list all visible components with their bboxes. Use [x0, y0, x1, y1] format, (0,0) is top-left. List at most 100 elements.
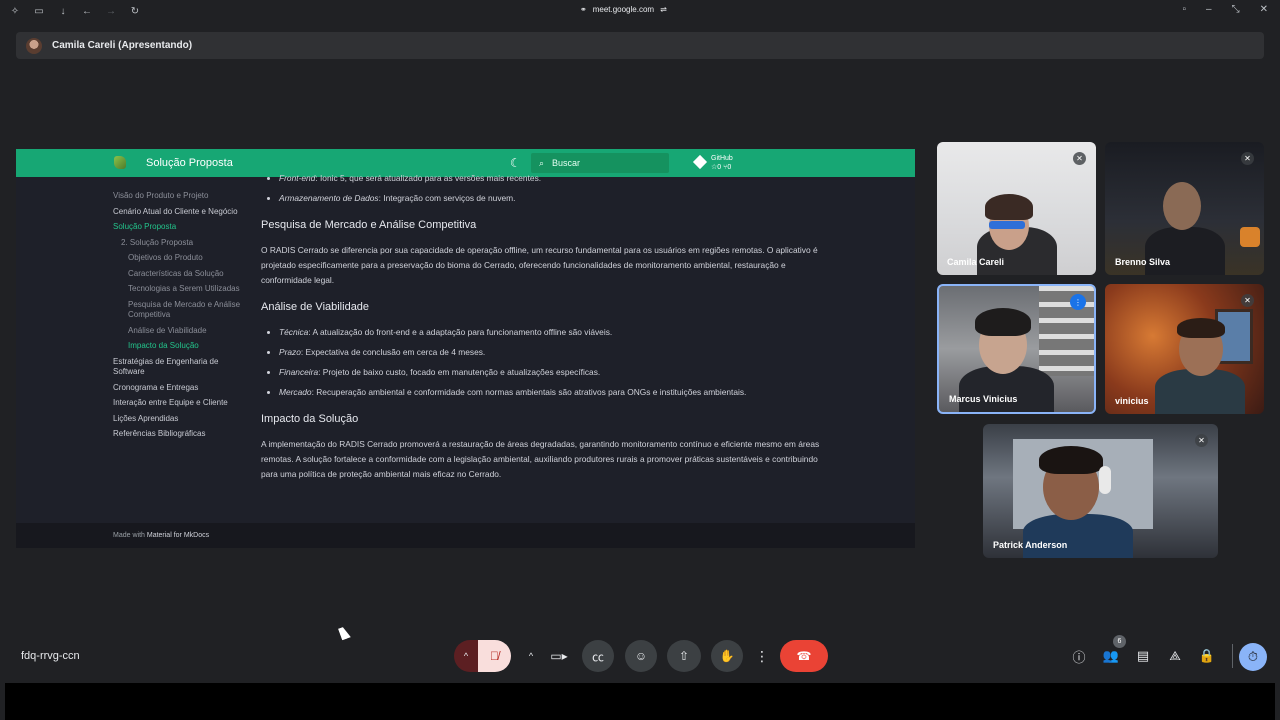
chevron-up-icon: ^ [528, 651, 534, 661]
audio-options-button[interactable]: ^ [454, 640, 478, 672]
docs-footer: Made with Material for MkDocs [16, 523, 915, 548]
docs-title: Solução Proposta [146, 157, 233, 169]
url-text: meet.google.com [592, 5, 655, 14]
back-icon[interactable]: ← [82, 6, 92, 17]
docs-content: Front-end: Ionic 5, que será atualizado … [261, 171, 821, 486]
list-item: Técnica: A atualização do front-end e a … [261, 325, 821, 340]
nav-item[interactable]: Tecnologias a Serem Utilizadas [113, 284, 243, 295]
nav-item[interactable]: Referências Bibliográficas [113, 429, 243, 440]
restore-icon[interactable]: ⤡ [1232, 4, 1240, 15]
participant-tile[interactable]: ✕ vinicius [1105, 284, 1264, 414]
host-controls-button[interactable]: 🔒 [1196, 644, 1218, 668]
more-options-button[interactable]: ⋮ [752, 640, 772, 672]
mic-off-icon: ✕ [1195, 434, 1208, 447]
section-heading: Análise de Viabilidade [261, 301, 370, 313]
mic-toggle-button[interactable]: 🎙̸ [478, 640, 511, 672]
nav-item[interactable]: Impacto da Solução [113, 341, 243, 352]
list-item: Prazo: Expectativa de conclusão em cerca… [261, 345, 821, 360]
paragraph: A implementação do RADIS Cerrado promove… [261, 439, 820, 479]
chat-icon: ▤ [1136, 648, 1150, 663]
people-icon: 👥 [1102, 648, 1120, 663]
timer-button[interactable]: ⏱ [1239, 643, 1267, 671]
activities-icon: ⟁ [1169, 648, 1181, 663]
close-icon[interactable]: ✕ [1260, 4, 1268, 15]
section-heading: Pesquisa de Mercado e Análise Competitiv… [261, 219, 477, 231]
git-icon [692, 154, 708, 170]
minimize-icon[interactable]: – [1206, 4, 1212, 15]
list-item: Mercado: Recuperação ambiental e conform… [261, 385, 821, 400]
section-heading: Impacto da Solução [261, 413, 359, 425]
footer-prefix: Made with [113, 532, 145, 539]
nav-item[interactable]: Lições Aprendidas [113, 414, 243, 425]
nav-item[interactable]: Cronograma e Entregas [113, 383, 243, 394]
nav-item[interactable]: Cenário Atual do Cliente e Negócio [113, 207, 243, 218]
search-icon: ⌕ [539, 157, 545, 168]
nav-item[interactable]: Análise de Viabilidade [113, 326, 243, 337]
lock-icon: 🔒 [1198, 648, 1216, 663]
participant-name: Patrick Anderson [993, 540, 1068, 550]
download-icon[interactable]: ↓ [58, 6, 68, 17]
github-link[interactable]: GitHub ☆0 ⑂0 [692, 154, 733, 172]
hand-icon: ✋ [719, 649, 735, 663]
participant-tile[interactable]: ⋮ Marcus Vinicius [937, 284, 1096, 414]
side-panel-buttons: ⓘ 👥 ▤ ⟁ 🔒 [1068, 644, 1218, 668]
meeting-details-button[interactable]: ⓘ [1068, 644, 1090, 668]
theme-toggle-icon[interactable]: ☾ [510, 156, 521, 170]
paragraph: O RADIS Cerrado se diferencia por sua ca… [261, 245, 818, 285]
chat-button[interactable]: ▤ [1132, 644, 1154, 668]
info-icon: ⓘ [1072, 649, 1086, 665]
meeting-code: fdq-rrvg-ccn [21, 650, 80, 662]
presenter-label: Camila Careli (Apresentando) [52, 40, 193, 51]
list-item: Front-end: Ionic 5, que será atualizado … [261, 171, 821, 186]
tabs-icon[interactable]: ▭ [34, 6, 44, 17]
footer-link[interactable]: Material for MkDocs [147, 532, 209, 539]
nav-item[interactable]: Solução Proposta [113, 222, 243, 233]
list-item: Armazenamento de Dados: Integração com s… [261, 191, 821, 206]
participant-name: vinicius [1115, 396, 1149, 406]
forward-icon[interactable]: → [106, 6, 116, 17]
avatar [26, 37, 42, 54]
nav-item[interactable]: Características da Solução [113, 269, 243, 280]
site-logo[interactable] [114, 156, 126, 169]
nav-item[interactable]: Interação entre Equipe e Cliente [113, 398, 243, 409]
chevron-up-icon: ^ [463, 651, 469, 661]
window-icon[interactable]: ▫ [1183, 4, 1187, 15]
nav-item[interactable]: Pesquisa de Mercado e Análise Competitiv… [113, 300, 243, 321]
speaking-indicator-icon: ⋮ [1070, 294, 1086, 310]
participant-tile[interactable]: ✕ Patrick Anderson [983, 424, 1218, 558]
extensions-icon[interactable]: ✧ [10, 6, 20, 17]
reload-icon[interactable]: ↻ [130, 6, 140, 17]
shared-screen: Solução Proposta ☾ ⌕ Buscar GitHub ☆0 ⑂0… [16, 149, 915, 548]
taskbar [5, 683, 1275, 720]
docs-sidebar-nav: Visão do Produto e Projeto Cenário Atual … [113, 191, 243, 445]
captions-button[interactable]: ㏄ [582, 640, 614, 672]
site-info-icon[interactable]: ⚭ [580, 5, 587, 14]
docs-search-input[interactable]: ⌕ Buscar [531, 153, 669, 173]
video-options-button[interactable]: ^ [521, 640, 541, 672]
mic-off-icon: ✕ [1241, 152, 1254, 165]
mic-off-icon: ✕ [1073, 152, 1086, 165]
nav-item[interactable]: Visão do Produto e Projeto [113, 191, 243, 202]
present-button[interactable]: ⇧ [667, 640, 701, 672]
participant-tile[interactable]: ✕ Brenno Silva [1105, 142, 1264, 275]
emoji-icon: ☺ [634, 649, 648, 663]
participant-name: Camila Careli [947, 257, 1005, 267]
presenter-bar: Camila Careli (Apresentando) [16, 32, 1264, 59]
participant-tile[interactable]: ✕ Camila Careli [937, 142, 1096, 275]
nav-item[interactable]: 2. Solução Proposta [113, 238, 243, 249]
nav-item[interactable]: Estratégias de Engenharia de Software [113, 357, 243, 378]
end-call-icon: ☎ [796, 649, 812, 663]
leave-call-button[interactable]: ☎ [780, 640, 828, 672]
camera-toggle-button[interactable]: ▭▸ [542, 640, 576, 672]
github-label: GitHub [711, 155, 733, 162]
more-vert-icon: ⋮ [755, 647, 769, 664]
tune-icon[interactable]: ⇌ [660, 5, 667, 14]
divider [1232, 644, 1233, 668]
nav-item[interactable]: Objetivos do Produto [113, 253, 243, 264]
mouse-cursor [338, 625, 351, 641]
browser-toolbar: ✧ ▭ ↓ ← → ↻ ⚭ meet.google.com ⇌ ▫ – ⤡ ✕ [0, 0, 1280, 22]
reactions-button[interactable]: ☺ [625, 640, 657, 672]
activities-button[interactable]: ⟁ [1164, 644, 1186, 668]
address-bar[interactable]: ⚭ meet.google.com ⇌ [580, 5, 667, 14]
raise-hand-button[interactable]: ✋ [711, 640, 743, 672]
